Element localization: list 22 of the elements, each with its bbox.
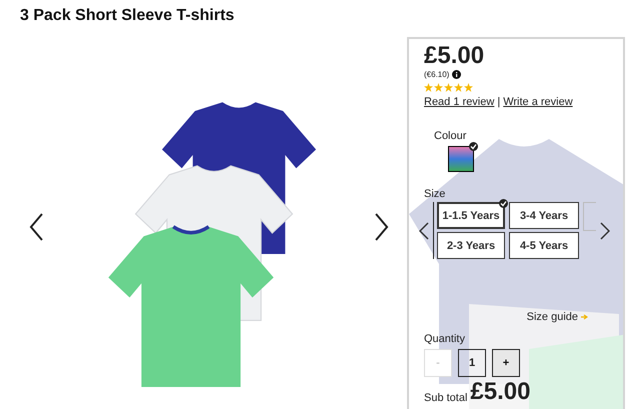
colour-label: Colour — [434, 130, 466, 142]
chevron-left-icon[interactable] — [419, 222, 429, 240]
size-option[interactable]: 3-4 Years — [509, 202, 579, 229]
arrow-right-icon — [581, 314, 588, 320]
quantity-label: Quantity — [424, 333, 465, 345]
size-label: Size — [424, 188, 446, 200]
price: £5.00 — [424, 42, 484, 70]
size-guide-link[interactable]: Size guide — [526, 311, 578, 323]
product-title: 3 Pack Short Sleeve T-shirts — [19, 6, 236, 26]
review-link[interactable]: Write a review — [503, 96, 573, 108]
size-option[interactable]: 1-1.5 Years — [437, 202, 505, 229]
increase-button[interactable]: + — [492, 349, 520, 377]
quantity-field[interactable]: 1 — [458, 349, 486, 377]
review-link[interactable]: Read 1 review — [424, 96, 494, 108]
chevron-right-icon[interactable] — [600, 222, 610, 240]
info-icon[interactable] — [452, 70, 462, 79]
size-option[interactable]: 2-3 Years — [437, 232, 505, 259]
size-option[interactable]: 4-5 Years — [509, 232, 579, 259]
subtotal-label: Sub total — [424, 392, 468, 404]
euro-price: (€6.10) — [424, 70, 450, 79]
subtotal-price: £5.00 — [470, 380, 530, 404]
link-separator: | — [497, 96, 500, 108]
